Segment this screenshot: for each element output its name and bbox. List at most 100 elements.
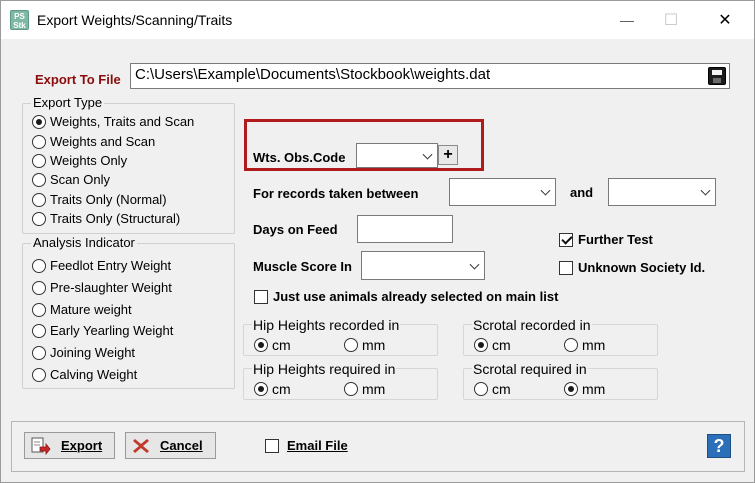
analysis-indicator-option-label: Calving Weight xyxy=(50,367,138,382)
analysis-indicator-option[interactable]: Feedlot Entry Weight xyxy=(32,258,171,273)
export-button[interactable]: Export xyxy=(24,432,115,459)
just-use-selected-label: Just use animals already selected on mai… xyxy=(273,289,559,304)
hip-recorded-title: Hip Heights recorded in xyxy=(252,317,401,333)
checkbox-icon xyxy=(559,260,573,275)
cancel-button-label: Cancel xyxy=(160,438,203,453)
radio-button-icon xyxy=(32,280,46,295)
scrotal-required-cm-radio[interactable]: cm xyxy=(474,381,511,397)
email-file-checkbox[interactable]: Email File xyxy=(265,438,348,453)
analysis-indicator-option-label: Early Yearling Weight xyxy=(50,323,174,338)
checkbox-icon xyxy=(265,438,279,453)
radio-button-icon xyxy=(32,345,46,360)
scrotal-recorded-cm-label: cm xyxy=(492,337,511,353)
and-label: and xyxy=(570,185,594,200)
radio-button-icon xyxy=(32,134,46,149)
scrotal-recorded-mm-label: mm xyxy=(582,337,606,353)
hip-required-cm-radio[interactable]: cm xyxy=(254,381,291,397)
export-type-group: Export Type Weights, Traits and Scan Wei… xyxy=(22,95,235,234)
export-type-option[interactable]: Traits Only (Normal) xyxy=(32,192,167,207)
export-file-path-value: C:\Users\Example\Documents\Stockbook\wei… xyxy=(135,66,491,83)
app-icon-line-2: Stk xyxy=(13,21,26,30)
export-file-path-input[interactable]: C:\Users\Example\Documents\Stockbook\wei… xyxy=(130,63,730,89)
export-type-option-label: Traits Only (Structural) xyxy=(50,211,181,226)
analysis-indicator-title: Analysis Indicator xyxy=(31,235,137,250)
export-type-option-label: Traits Only (Normal) xyxy=(50,192,167,207)
analysis-indicator-option-label: Joining Weight xyxy=(50,345,136,360)
scrotal-required-mm-label: mm xyxy=(582,381,606,397)
radio-button-icon xyxy=(32,302,46,317)
checkbox-icon xyxy=(254,289,268,304)
just-use-selected-checkbox[interactable]: Just use animals already selected on mai… xyxy=(254,289,558,304)
analysis-indicator-group: Analysis Indicator Feedlot Entry Weight … xyxy=(22,235,235,389)
unknown-society-checkbox[interactable]: Unknown Society Id. xyxy=(559,260,705,275)
analysis-indicator-option[interactable]: Joining Weight xyxy=(32,345,135,360)
radio-button-icon xyxy=(474,382,488,396)
scrotal-required-title: Scrotal required in xyxy=(472,361,588,377)
muscle-score-select[interactable] xyxy=(361,251,485,280)
scrotal-recorded-cm-radio[interactable]: cm xyxy=(474,337,511,353)
export-button-label: Export xyxy=(61,438,103,453)
export-type-option-label: Scan Only xyxy=(50,172,110,187)
analysis-indicator-option[interactable]: Mature weight xyxy=(32,302,132,317)
radio-button-icon xyxy=(564,338,578,352)
add-obs-code-button[interactable]: + xyxy=(438,145,458,165)
dialog-body: Export To File C:\Users\Example\Document… xyxy=(1,39,754,482)
hip-required-mm-label: mm xyxy=(362,381,386,397)
analysis-indicator-option[interactable]: Early Yearling Weight xyxy=(32,323,173,338)
scrotal-recorded-title: Scrotal recorded in xyxy=(472,317,592,333)
hip-recorded-mm-radio[interactable]: mm xyxy=(344,337,385,353)
analysis-indicator-option-label: Pre-slaughter Weight xyxy=(50,280,172,295)
radio-button-icon xyxy=(344,338,358,352)
close-icon: ✕ xyxy=(718,12,732,29)
records-between-label: For records taken between xyxy=(253,186,419,201)
chevron-down-icon xyxy=(540,185,551,196)
chevron-down-icon xyxy=(469,259,480,270)
cancel-button[interactable]: Cancel xyxy=(125,432,216,459)
radio-button-icon xyxy=(564,382,578,396)
title-bar: PS Stk Export Weights/Scanning/Traits — … xyxy=(1,1,754,39)
wts-obs-code-select[interactable] xyxy=(356,143,438,168)
export-type-option-label: Weights, Traits and Scan xyxy=(50,114,195,129)
scrotal-required-group: Scrotal required in cm mm xyxy=(463,361,658,400)
export-type-option[interactable]: Weights, Traits and Scan xyxy=(32,114,194,129)
radio-button-icon xyxy=(32,153,46,168)
export-type-title: Export Type xyxy=(31,95,105,110)
window-title: Export Weights/Scanning/Traits xyxy=(37,12,233,28)
radio-button-icon xyxy=(32,367,46,382)
records-from-date-select[interactable] xyxy=(449,178,556,206)
close-button[interactable]: ✕ xyxy=(699,1,751,39)
hip-recorded-cm-radio[interactable]: cm xyxy=(254,337,291,353)
hip-required-mm-radio[interactable]: mm xyxy=(344,381,385,397)
further-test-label: Further Test xyxy=(578,232,653,247)
analysis-indicator-option[interactable]: Calving Weight xyxy=(32,367,137,382)
analysis-indicator-option[interactable]: Pre-slaughter Weight xyxy=(32,280,172,295)
scrotal-recorded-mm-radio[interactable]: mm xyxy=(564,337,605,353)
scrotal-required-mm-radio[interactable]: mm xyxy=(564,381,605,397)
help-icon[interactable]: ? xyxy=(707,434,731,458)
radio-button-icon xyxy=(32,323,46,338)
chevron-down-icon xyxy=(700,185,711,196)
records-to-date-select[interactable] xyxy=(608,178,716,206)
analysis-indicator-option-label: Mature weight xyxy=(50,302,132,317)
export-type-option[interactable]: Traits Only (Structural) xyxy=(32,211,180,226)
app-icon-line-1: PS xyxy=(14,12,25,21)
hip-recorded-mm-label: mm xyxy=(362,337,386,353)
analysis-indicator-option-label: Feedlot Entry Weight xyxy=(50,258,172,273)
days-on-feed-input[interactable] xyxy=(357,215,453,243)
export-type-option[interactable]: Scan Only xyxy=(32,172,110,187)
export-type-option[interactable]: Weights and Scan xyxy=(32,134,155,149)
hip-recorded-group: Hip Heights recorded in cm mm xyxy=(243,317,438,356)
floppy-disk-icon[interactable] xyxy=(708,67,726,85)
scrotal-recorded-group: Scrotal recorded in cm mm xyxy=(463,317,658,356)
hip-recorded-cm-label: cm xyxy=(272,337,291,353)
export-type-option-label: Weights Only xyxy=(50,153,128,168)
muscle-score-label: Muscle Score In xyxy=(253,259,352,274)
maximize-icon: ☐ xyxy=(663,12,679,29)
further-test-checkbox[interactable]: Further Test xyxy=(559,232,653,247)
export-type-option[interactable]: Weights Only xyxy=(32,153,127,168)
radio-button-icon xyxy=(254,338,268,352)
radio-button-icon xyxy=(254,382,268,396)
checkbox-icon xyxy=(559,232,573,247)
radio-button-icon xyxy=(344,382,358,396)
cancel-x-icon xyxy=(133,438,149,453)
